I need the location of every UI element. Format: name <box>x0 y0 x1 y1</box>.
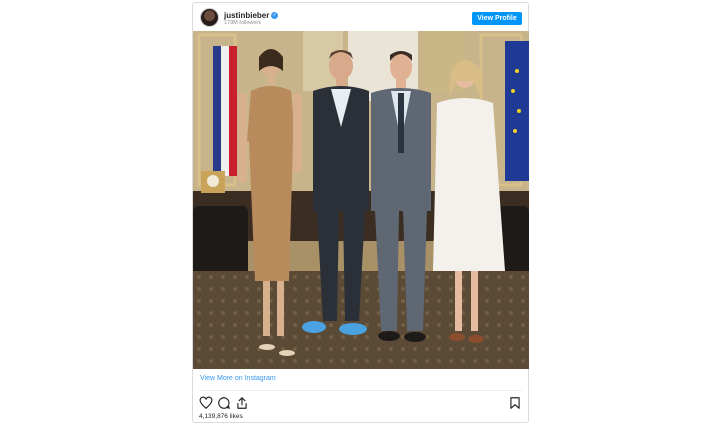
avatar[interactable] <box>201 9 218 26</box>
post-header: justinbieber ✓ 179M followers View Profi… <box>193 3 528 33</box>
action-bar <box>193 396 528 410</box>
bookmark-icon[interactable] <box>508 396 522 410</box>
share-icon[interactable] <box>235 396 249 410</box>
verified-badge-icon: ✓ <box>271 12 279 19</box>
view-profile-button[interactable]: View Profile <box>472 12 522 25</box>
like-count[interactable]: 4,139,876 likes <box>199 413 243 420</box>
post-photo[interactable] <box>193 31 529 369</box>
follower-count: 179M followers <box>224 20 261 26</box>
divider <box>199 390 522 391</box>
photo-illustration <box>193 31 529 369</box>
instagram-embed-card: justinbieber ✓ 179M followers View Profi… <box>192 2 529 423</box>
view-more-link[interactable]: View More on Instagram <box>200 375 276 382</box>
username[interactable]: justinbieber <box>224 11 269 20</box>
heart-icon[interactable] <box>199 396 213 410</box>
username-row[interactable]: justinbieber ✓ <box>224 11 279 20</box>
comment-icon[interactable] <box>217 396 231 410</box>
